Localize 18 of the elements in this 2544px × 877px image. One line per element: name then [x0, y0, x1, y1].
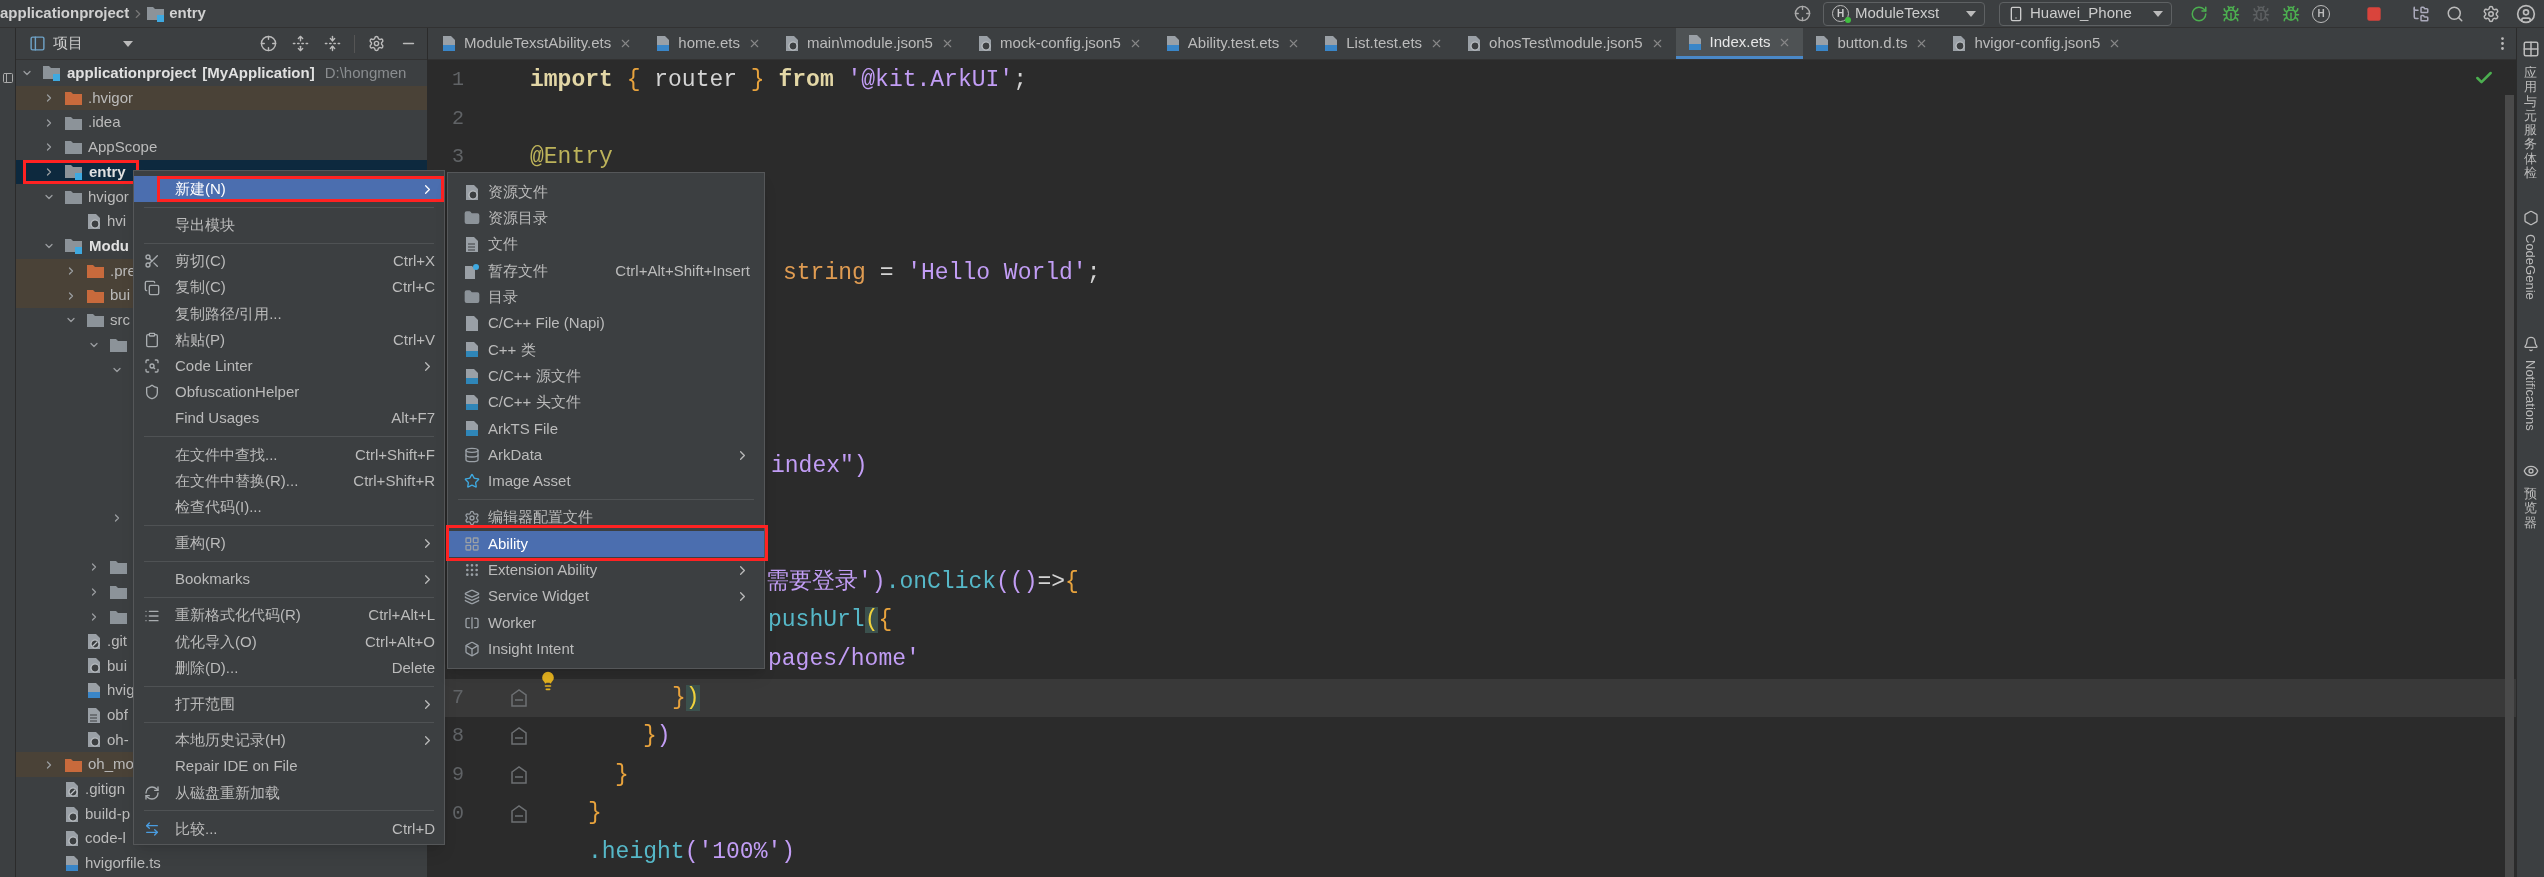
code-line: pushUrl({ [768, 607, 893, 634]
line-number: 2 [452, 106, 464, 130]
line-number: 9 [452, 763, 464, 786]
code-line: pages/home' [768, 645, 920, 672]
code-line: string = 'Hello World'; [783, 260, 1101, 286]
code-line: import { router } from '@kit.ArkUI'; [530, 67, 1027, 94]
code-line: .height('100%') [588, 838, 796, 865]
line-number: 1 [452, 68, 464, 92]
line-number: 3 [452, 145, 464, 169]
code-line: index") [771, 453, 868, 479]
code-line: @Entry [530, 144, 613, 171]
line-number: 0 [452, 801, 464, 825]
line-number: 8 [452, 724, 464, 748]
code-line: 需要登录').onClick(()=>{ [766, 568, 1079, 595]
code-line: }) [672, 684, 700, 711]
code-line: } [588, 800, 602, 827]
code-line: }) [643, 723, 671, 750]
code-line: } [615, 761, 629, 788]
